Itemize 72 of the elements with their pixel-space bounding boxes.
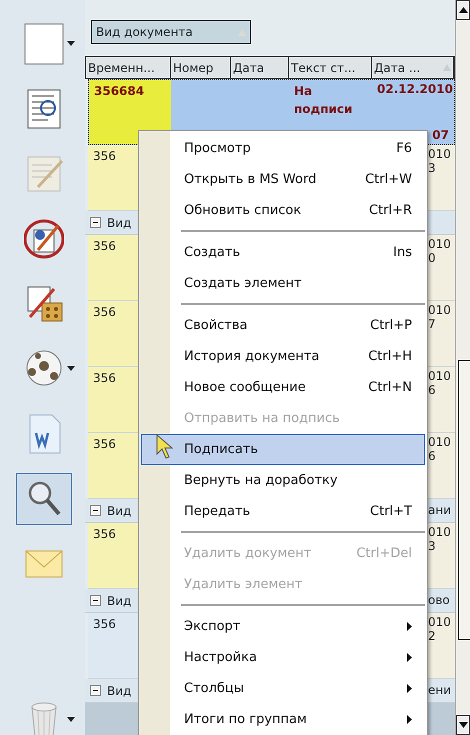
table-cell: 356	[93, 239, 116, 253]
menu-item[interactable]: Обновить список Ctrl+R	[141, 195, 425, 226]
table-cell-text: ово	[428, 592, 451, 610]
group-label: Вид	[107, 682, 132, 700]
table-cell-text: ени	[428, 682, 452, 700]
table-cell: 356	[93, 527, 116, 541]
menu-item[interactable]: Свойства Ctrl+P	[141, 310, 425, 341]
scroll-down-button[interactable]	[456, 715, 470, 735]
menu-item[interactable]: Подписать	[141, 434, 425, 465]
submenu-arrow-icon	[407, 715, 412, 724]
scroll-thumb[interactable]	[458, 360, 470, 640]
table-cell-text: 010 6	[428, 368, 452, 400]
table-cell-text: ани	[428, 502, 452, 520]
menu-item[interactable]: История документа Ctrl+H	[141, 341, 425, 372]
submenu-arrow-icon	[407, 653, 412, 662]
down-arrow-icon	[458, 722, 468, 728]
table-cell-text: 010 3	[428, 524, 452, 556]
submenu-arrow-icon	[407, 684, 412, 693]
column-header[interactable]: Временн...	[86, 57, 171, 78]
group-label: Вид	[107, 592, 132, 610]
circled-edit-document-icon	[24, 218, 64, 260]
shortcut-label: Ctrl+R	[368, 202, 412, 220]
submenu-arrow-icon	[407, 622, 412, 631]
shortcut-label: Ctrl+N	[368, 378, 412, 397]
collapse-icon	[90, 685, 101, 696]
mouse-cursor-icon	[155, 434, 175, 460]
table-cell-text: 010 2	[428, 614, 452, 646]
menu-item[interactable]: Вернуть на доработку	[141, 465, 425, 496]
menu-item[interactable]: Столбцы	[141, 673, 425, 704]
shortcut-label: Ctrl+H	[368, 348, 412, 366]
menu-item[interactable]: Новое сообщение Ctrl+N	[141, 372, 425, 403]
menu-item[interactable]: Экспорт	[141, 611, 425, 642]
column-header[interactable]: Текст ст...	[289, 57, 372, 78]
caret-icon	[67, 717, 75, 723]
menu-item[interactable]: Настройка	[141, 642, 425, 673]
caret-icon	[67, 41, 75, 47]
caret-icon	[67, 366, 75, 372]
menu-item[interactable]: Итоги по группам	[141, 704, 425, 735]
table-cell: 356	[93, 305, 116, 319]
table-cell-text: 010 6	[428, 434, 452, 466]
table-cell: 356	[93, 437, 116, 451]
table-cell-text: 010 7	[428, 302, 452, 334]
shortcut-label: Ctrl+P	[370, 316, 412, 335]
table-cell: На подписи	[294, 84, 352, 116]
shortcut-label: Ctrl+T	[370, 502, 412, 521]
collapse-icon	[90, 217, 101, 228]
collapse-icon	[90, 505, 101, 516]
up-arrow-icon	[458, 7, 468, 13]
table-cell: 356	[93, 617, 116, 631]
group-label: Вид	[107, 214, 132, 232]
table-cell: 07	[432, 128, 449, 142]
blank-page-icon	[24, 23, 64, 65]
menu-item[interactable]: Создать Ins	[141, 237, 425, 268]
table-cell-text: 010 0	[428, 236, 452, 268]
toolbar-button[interactable]	[16, 473, 72, 525]
scroll-up-button[interactable]	[456, 0, 470, 20]
column-header[interactable]: Дата	[231, 57, 289, 78]
group-by-field[interactable]: Вид документа	[91, 20, 251, 44]
column-header[interactable]: Дата ...	[372, 57, 454, 78]
table-cell: 356684	[94, 84, 144, 98]
table-cell: 356	[93, 371, 116, 385]
group-label: Вид	[107, 502, 132, 520]
shortcut-label: Ins	[393, 244, 412, 262]
shortcut-label: Ctrl+W	[365, 170, 412, 189]
shortcut-label: Ctrl+Del	[356, 544, 412, 563]
menu-item[interactable]: Открыть в MS Word Ctrl+W	[141, 164, 425, 195]
table-cell-text: 010 3	[428, 146, 452, 178]
table-cell: 356	[93, 149, 116, 163]
menu-item[interactable]: Передать Ctrl+T	[141, 496, 425, 527]
menu-item[interactable]: Создать элемент	[141, 268, 425, 299]
column-header[interactable]: Номер	[171, 57, 231, 78]
collapse-icon	[90, 595, 101, 606]
